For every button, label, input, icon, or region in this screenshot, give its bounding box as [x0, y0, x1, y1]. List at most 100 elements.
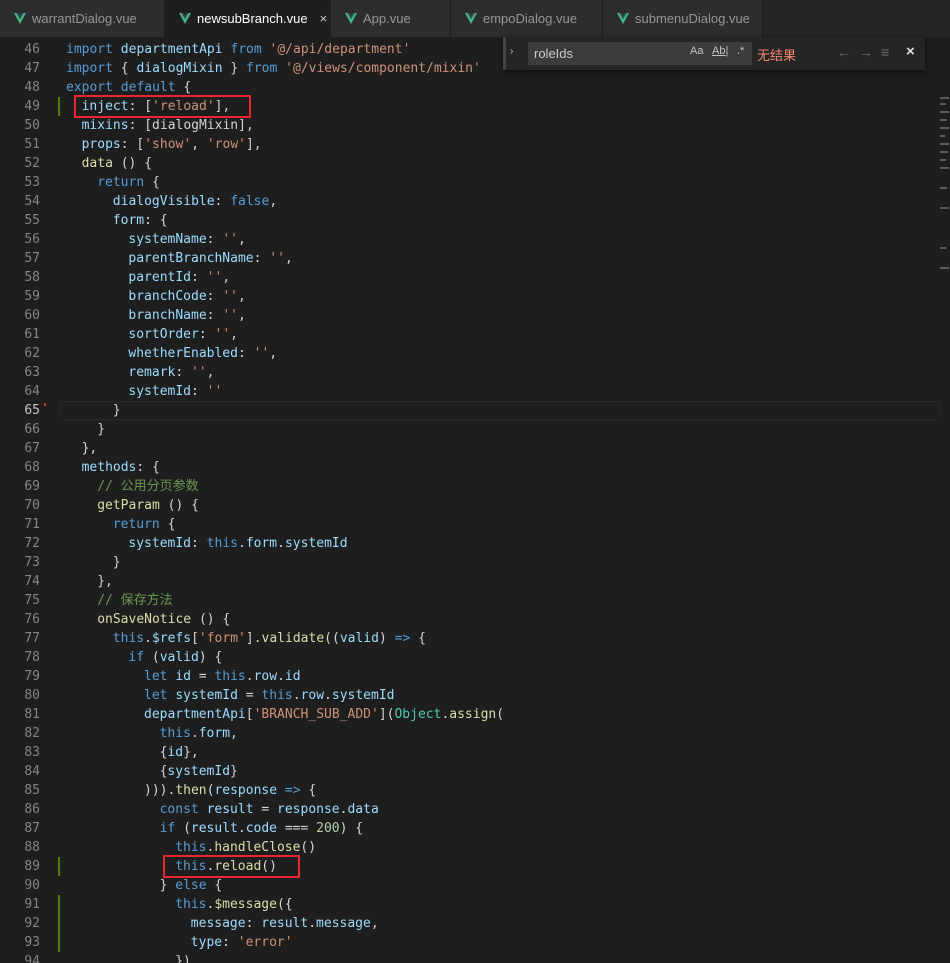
code-text: }, — [97, 572, 113, 591]
match-case-icon[interactable]: Aa — [690, 45, 703, 57]
code-line-52[interactable]: 52 data () { — [0, 154, 940, 173]
tab-empodialog[interactable]: empoDialog.vue — [451, 0, 603, 37]
code-token: if — [128, 650, 152, 665]
code-text: }) — [175, 952, 191, 963]
minimap[interactable] — [938, 37, 950, 963]
tab-label: empoDialog.vue — [483, 11, 577, 26]
code-line-53[interactable]: 53 return { — [0, 173, 940, 192]
code-line-62[interactable]: 62 whetherEnabled: '', — [0, 344, 940, 363]
line-number: 62 — [24, 346, 40, 361]
code-line-66[interactable]: 66} — [0, 420, 940, 439]
code-line-67[interactable]: 67}, — [0, 439, 940, 458]
code-text: ))).then(response => { — [144, 781, 316, 800]
code-token: , — [191, 137, 207, 152]
code-line-83[interactable]: 83 {id}, — [0, 743, 940, 762]
code-line-82[interactable]: 82 this.form, — [0, 724, 940, 743]
code-line-84[interactable]: 84 {systemId} — [0, 762, 940, 781]
code-token: : — [214, 194, 231, 209]
line-number: 49 — [24, 99, 40, 114]
code-line-70[interactable]: 70 getParam () { — [0, 496, 940, 515]
code-line-92[interactable]: 92 message: result.message, — [0, 914, 940, 933]
code-token: ) { — [198, 650, 223, 665]
code-line-85[interactable]: 85 ))).then(response => { — [0, 781, 940, 800]
code-line-91[interactable]: 91 this.$message({ — [0, 895, 940, 914]
next-match-icon[interactable]: → — [859, 44, 873, 60]
code-line-58[interactable]: 58 parentId: '', — [0, 268, 940, 287]
code-line-60[interactable]: 60 branchName: '', — [0, 306, 940, 325]
line-number: 50 — [24, 118, 40, 133]
code-token: : — [237, 346, 254, 361]
code-line-54[interactable]: 54 dialogVisible: false, — [0, 192, 940, 211]
line-number: 83 — [24, 745, 40, 760]
code-line-71[interactable]: 71 return { — [0, 515, 940, 534]
code-token: , — [269, 346, 278, 361]
code-line-64[interactable]: 64 systemId: '' — [0, 382, 940, 401]
code-token: message — [190, 916, 246, 931]
code-line-72[interactable]: 72 systemId: this.form.systemId — [0, 534, 940, 553]
code-token: , — [230, 726, 238, 741]
code-line-90[interactable]: 90} else { — [0, 876, 940, 895]
code-line-55[interactable]: 55 form: { — [0, 211, 940, 230]
code-line-89[interactable]: 89 this.reload() — [0, 857, 940, 876]
code-token: : [ — [120, 137, 145, 152]
code-line-57[interactable]: 57 parentBranchName: '', — [0, 249, 940, 268]
whole-word-icon[interactable]: Ab| — [712, 45, 728, 57]
code-line-93[interactable]: 93 type: 'error' — [0, 933, 940, 952]
code-token: => — [394, 631, 419, 646]
code-line-81[interactable]: 81 departmentApi['BRANCH_SUB_ADD'](Object… — [0, 705, 940, 724]
code-text: let systemId = this.row.systemId — [144, 686, 395, 705]
code-line-51[interactable]: 51 props: ['show', 'row'], — [0, 135, 940, 154]
code-token: , — [370, 916, 379, 931]
code-token: : — [206, 308, 223, 323]
tab-newsubbranch[interactable]: newsubBranch.vue × — [165, 0, 331, 37]
code-token: : — [245, 916, 262, 931]
code-line-59[interactable]: 59 branchCode: '', — [0, 287, 940, 306]
code-line-88[interactable]: 88 this.handleClose() — [0, 838, 940, 857]
code-text: this.handleClose() — [175, 838, 316, 857]
code-token: , — [284, 251, 293, 266]
regex-icon[interactable]: .* — [737, 45, 744, 57]
code-line-49[interactable]: 49 inject: ['reload'], — [0, 97, 940, 116]
code-line-65[interactable]: 65} — [0, 401, 940, 420]
code-line-74[interactable]: 74}, — [0, 572, 940, 591]
close-tab-icon[interactable]: × — [320, 11, 328, 26]
code-line-78[interactable]: 78 if (valid) { — [0, 648, 940, 667]
line-number: 85 — [24, 783, 40, 798]
code-line-80[interactable]: 80 let systemId = this.row.systemId — [0, 686, 940, 705]
code-token: '' — [222, 232, 238, 247]
code-line-75[interactable]: 75 // 保存方法 — [0, 591, 940, 610]
toggle-replace-icon[interactable]: › — [510, 46, 513, 57]
code-line-48[interactable]: 48 export default { — [0, 78, 940, 97]
code-line-61[interactable]: 61 sortOrder: '', — [0, 325, 940, 344]
previous-match-icon[interactable]: ← — [837, 44, 851, 60]
code-line-76[interactable]: 76 onSaveNotice () { — [0, 610, 940, 629]
tab-submenudialog[interactable]: submenuDialog.vue — [603, 0, 763, 37]
line-number: 94 — [24, 954, 40, 963]
code-line-79[interactable]: 79 let id = this.row.id — [0, 667, 940, 686]
code-line-77[interactable]: 77 this.$refs['form'].validate((valid) =>… — [0, 629, 940, 648]
code-token: this — [175, 840, 207, 855]
code-line-63[interactable]: 63 remark: '', — [0, 363, 940, 382]
code-text: return { — [113, 515, 176, 534]
code-text: const result = response.data — [160, 800, 379, 819]
code-editor[interactable]: 46 import departmentApi from '@/api/depar… — [0, 37, 950, 963]
code-token: { — [183, 80, 192, 95]
close-find-icon[interactable]: × — [906, 43, 915, 60]
code-token: . — [237, 821, 246, 836]
code-line-68[interactable]: 68 methods: { — [0, 458, 940, 477]
code-text: branchCode: '', — [128, 287, 245, 306]
code-line-56[interactable]: 56 systemName: '', — [0, 230, 940, 249]
find-in-selection-icon[interactable]: ≡ — [881, 44, 889, 60]
code-line-69[interactable]: 69 // 公用分页参数 — [0, 477, 940, 496]
code-line-86[interactable]: 86 const result = response.data — [0, 800, 940, 819]
line-number: 75 — [24, 593, 40, 608]
code-text: this.reload() — [175, 857, 277, 876]
code-line-94[interactable]: 94}) — [0, 952, 940, 963]
code-line-87[interactable]: 87 if (result.code === 200) { — [0, 819, 940, 838]
code-line-73[interactable]: 73} — [0, 553, 940, 572]
code-token: { — [167, 517, 176, 532]
tab-warrantdialog[interactable]: warrantDialog.vue — [0, 0, 165, 37]
code-line-50[interactable]: 50 mixins: [dialogMixin], — [0, 116, 940, 135]
code-token: handleClose — [214, 840, 301, 855]
tab-app[interactable]: App.vue — [331, 0, 451, 37]
